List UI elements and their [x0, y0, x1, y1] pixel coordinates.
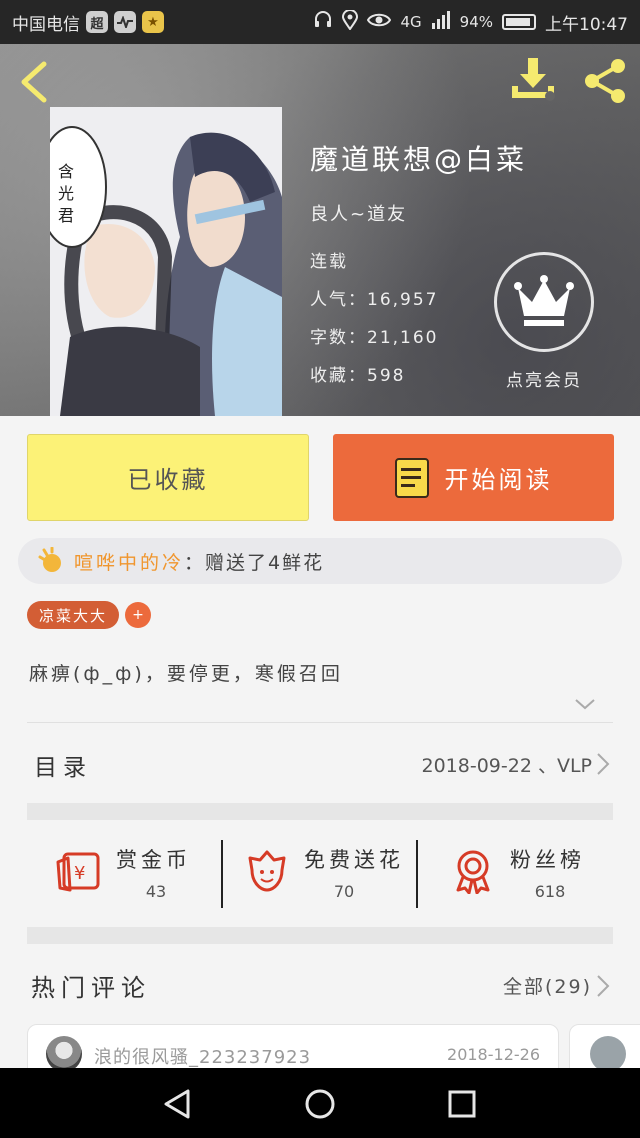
stat-fan-ranking[interactable]: 粉丝榜 618 — [450, 842, 640, 906]
signal-icon — [431, 10, 451, 34]
book-popularity: 人气：16,957 — [310, 290, 439, 310]
hot-comments-title: 热门评论 — [31, 974, 151, 1002]
stat-divider — [221, 840, 223, 908]
stat-value: 618 — [534, 882, 566, 901]
share-button[interactable] — [580, 56, 630, 106]
recents-nav-icon[interactable] — [446, 1088, 478, 1120]
crown-icon — [514, 275, 574, 326]
svg-text:含: 含 — [58, 162, 74, 181]
stat-value: 43 — [145, 882, 167, 901]
start-reading-button[interactable]: 开始阅读 — [333, 434, 614, 521]
stat-divider — [416, 840, 418, 908]
stat-label: 免费送花 — [304, 848, 404, 872]
chevron-right-icon — [597, 753, 610, 775]
notice-username[interactable]: 喧哗中的冷 — [74, 548, 184, 575]
section-separator — [27, 803, 613, 820]
book-summary: 麻痹(ф_ф)，要停更，寒假召回 — [29, 663, 343, 685]
book-title: 魔道联想@白菜 — [310, 143, 528, 176]
vip-label[interactable]: 点亮会员 — [480, 366, 608, 391]
system-nav-bar — [0, 1068, 640, 1138]
clock: 上午10:47 — [545, 14, 628, 35]
all-comments-link[interactable]: 全部(29) — [503, 972, 592, 999]
stat-value: 70 — [333, 882, 355, 901]
status-bar: 中国电信 超 ★ 4G 94% 上午10:47 — [0, 0, 640, 44]
stat-label: 赏金币 — [116, 848, 191, 872]
activity-icon — [114, 11, 136, 33]
start-reading-label: 开始阅读 — [444, 466, 553, 494]
avatar[interactable] — [590, 1036, 626, 1072]
stat-reward-coins[interactable]: ¥ 赏金币 43 — [56, 842, 246, 906]
divider — [27, 722, 613, 723]
flower-gift-icon — [38, 547, 61, 572]
gift-notice: 喧哗中的冷 ：赠送了4鲜花 — [18, 538, 622, 584]
chevron-left-icon — [21, 61, 47, 103]
book-icon — [394, 457, 429, 498]
comment-date: 2018-12-26 — [447, 1045, 540, 1064]
eye-icon — [367, 12, 392, 33]
battery-icon — [502, 14, 536, 30]
book-status: 连载 — [310, 252, 348, 272]
home-nav-icon[interactable] — [304, 1088, 336, 1120]
book-header: 含 光 君 魔道联想@白菜 良人~道友 连载 人气：16,957 字数：21,1… — [0, 44, 640, 416]
download-button[interactable] — [508, 56, 560, 104]
battery-percent: 94% — [459, 13, 493, 31]
back-button[interactable] — [14, 60, 58, 104]
toc-row[interactable]: 目录 2018-09-22 、VLP — [0, 724, 640, 804]
svg-text:¥: ¥ — [74, 863, 85, 884]
stat-free-flowers[interactable]: 免费送花 70 — [244, 842, 434, 906]
book-favorites: 收藏：598 — [310, 366, 406, 386]
flower-icon — [248, 850, 286, 892]
star-icon: ★ — [142, 11, 164, 33]
book-cover-image: 含 光 君 — [50, 107, 282, 416]
chevron-right-icon[interactable] — [596, 974, 610, 998]
network-label: 4G — [400, 13, 422, 31]
section-separator — [27, 927, 613, 944]
book-author[interactable]: 良人~道友 — [310, 200, 407, 226]
share-icon — [585, 59, 625, 103]
avatar[interactable] — [46, 1036, 82, 1072]
notice-text: ：赠送了4鲜花 — [184, 551, 325, 574]
headset-icon — [313, 10, 333, 35]
location-icon — [342, 8, 359, 35]
add-tag-button[interactable]: + — [125, 602, 151, 628]
back-nav-icon[interactable] — [162, 1088, 194, 1120]
red-envelope-icon: ¥ — [56, 852, 100, 892]
toc-label: 目录 — [34, 755, 92, 781]
book-word-count: 字数：21,160 — [310, 328, 439, 348]
collected-button[interactable]: 已收藏 — [27, 434, 309, 521]
carrier-label: 中国电信 — [12, 14, 80, 35]
vip-button[interactable] — [494, 252, 594, 352]
svg-text:光: 光 — [58, 184, 74, 203]
tag-chip[interactable]: 凉菜大大 — [27, 601, 120, 629]
medal-icon — [456, 850, 490, 894]
download-icon — [512, 58, 555, 101]
super-badge-icon: 超 — [86, 11, 108, 33]
svg-text:君: 君 — [58, 206, 74, 225]
chevron-down-icon[interactable] — [574, 696, 596, 712]
stat-label: 粉丝榜 — [510, 848, 585, 872]
comment-username[interactable]: 浪的很风骚_223237923 — [94, 1043, 311, 1069]
toc-latest-chapter: 2018-09-22 、VLP — [421, 755, 593, 777]
